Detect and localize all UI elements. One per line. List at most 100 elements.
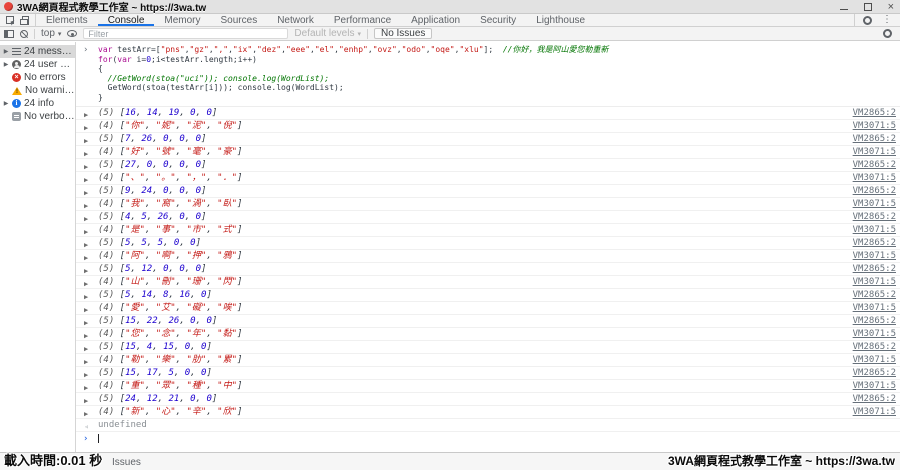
source-link[interactable]: VM3071:5 <box>853 328 896 340</box>
maximize-icon[interactable] <box>864 3 872 11</box>
source-link[interactable]: VM2865:2 <box>853 341 896 353</box>
source-link[interactable]: VM2865:2 <box>853 133 896 145</box>
console-prompt[interactable]: › <box>76 432 900 445</box>
console-settings-gear-icon[interactable] <box>883 29 892 38</box>
sidebar-item-label: 24 info <box>24 98 54 109</box>
expand-triangle-icon[interactable]: ▶ <box>3 61 9 68</box>
expand-triangle-icon[interactable]: ▶ <box>84 122 88 133</box>
sidebar-item-warnings[interactable]: !No warnings <box>0 84 75 97</box>
expand-triangle-icon[interactable]: ▶ <box>84 395 88 406</box>
source-link[interactable]: VM2865:2 <box>853 393 896 405</box>
clear-console-icon[interactable] <box>20 30 28 38</box>
console-log-row: VM3071:5▶(4) ["是", "事", "市", "式"] <box>76 224 900 237</box>
expand-triangle-icon[interactable]: ▶ <box>84 148 88 159</box>
sidebar-item-messages[interactable]: ▶24 messages <box>0 45 75 58</box>
source-link[interactable]: VM3071:5 <box>853 276 896 288</box>
devtools-left-icons <box>0 14 36 26</box>
context-selector[interactable]: top ▾ <box>41 28 61 39</box>
source-link[interactable]: VM2865:2 <box>853 289 896 301</box>
tab-performance[interactable]: Performance <box>324 14 401 26</box>
source-link[interactable]: VM3071:5 <box>853 302 896 314</box>
source-link[interactable]: VM2865:2 <box>853 367 896 379</box>
console-log-row: VM2865:2 ▶ (5) [15, 22, 26, 0, 0] <box>76 315 900 328</box>
expand-triangle-icon[interactable]: ▶ <box>84 187 88 198</box>
result-value: undefined <box>98 420 147 430</box>
source-link[interactable]: VM3071:5 <box>853 380 896 392</box>
source-link[interactable]: VM2865:2 <box>853 237 896 249</box>
kebab-menu-icon[interactable]: ⋮ <box>882 15 892 25</box>
source-link[interactable]: VM2865:2 <box>853 211 896 223</box>
code-line: for(var i=0;i<testArr.length;i++) <box>98 55 900 65</box>
source-link[interactable]: VM3071:5 <box>853 198 896 210</box>
expand-triangle-icon[interactable]: ▶ <box>84 226 88 237</box>
inspect-element-icon[interactable] <box>6 16 14 24</box>
tab-application[interactable]: Application <box>401 14 470 26</box>
source-link[interactable]: VM3071:5 <box>853 224 896 236</box>
expand-triangle-icon[interactable]: ▶ <box>3 48 9 55</box>
source-link[interactable]: VM3071:5 <box>853 120 896 132</box>
array-preview: (5) [27, 0, 0, 0, 0] <box>98 160 206 170</box>
expand-triangle-icon[interactable]: ▶ <box>84 330 88 341</box>
command-chevron-icon: › <box>83 46 88 55</box>
expand-triangle-icon[interactable]: ▶ <box>84 369 88 380</box>
divider <box>367 29 368 39</box>
expand-triangle-icon[interactable]: ▶ <box>84 200 88 211</box>
tab-elements[interactable]: Elements <box>36 14 98 26</box>
expand-triangle-icon[interactable]: ▶ <box>84 278 88 289</box>
tab-security[interactable]: Security <box>470 14 526 26</box>
console-log-row: VM2865:2▶(5) [15, 4, 15, 0, 0] <box>76 341 900 354</box>
source-link[interactable]: VM3071:5 <box>853 406 896 418</box>
expand-triangle-icon[interactable]: ▶ <box>84 265 88 276</box>
expand-triangle-icon[interactable]: ▶ <box>84 304 88 315</box>
expand-triangle-icon[interactable]: ▶ <box>84 291 88 302</box>
tab-lighthouse[interactable]: Lighthouse <box>526 14 595 26</box>
source-link[interactable]: VM3071:5 <box>853 146 896 158</box>
minimize-icon[interactable] <box>840 9 848 10</box>
tab-network[interactable]: Network <box>267 14 324 26</box>
expand-triangle-icon[interactable]: ▶ <box>3 100 9 107</box>
expand-triangle-icon[interactable]: ▶ <box>84 252 88 263</box>
code-line: //GetWord(stoa("uci")); console.log(Word… <box>98 74 900 84</box>
expand-triangle-icon[interactable]: ▶ <box>84 213 88 224</box>
filter-input[interactable] <box>83 28 288 39</box>
close-icon[interactable]: × <box>888 3 894 11</box>
device-toolbar-icon[interactable] <box>22 16 29 25</box>
devtools-tabs: ElementsConsoleMemorySourcesNetworkPerfo… <box>36 14 595 26</box>
sidebar-item-info[interactable]: ▶i24 info <box>0 97 75 110</box>
tab-console[interactable]: Console <box>98 14 155 26</box>
expand-triangle-icon[interactable]: ▶ <box>84 161 88 172</box>
expand-triangle-icon[interactable]: ▶ <box>84 174 88 185</box>
expand-triangle-icon[interactable]: ▶ <box>84 239 88 250</box>
console-log-row: VM3071:5▶(4) ["你", "妮", "泥", "倪"] <box>76 120 900 133</box>
no-issues-button[interactable]: No Issues <box>374 28 432 39</box>
source-link[interactable]: VM3071:5 <box>853 172 896 184</box>
text-cursor <box>98 434 99 443</box>
settings-gear-icon[interactable] <box>863 16 872 25</box>
tab-sources[interactable]: Sources <box>211 14 268 26</box>
console-sidebar-toggle-icon[interactable] <box>4 30 14 38</box>
expand-triangle-icon[interactable]: ▶ <box>84 356 88 367</box>
expand-triangle-icon[interactable]: ▶ <box>84 109 88 120</box>
sidebar-item-user-messages[interactable]: ▶ 24 user mes… <box>0 58 75 71</box>
source-link[interactable]: VM2865:2 <box>853 107 896 119</box>
source-link[interactable]: VM2865:2 <box>853 159 896 171</box>
source-link[interactable]: VM3071:5 <box>853 250 896 262</box>
expand-triangle-icon[interactable]: ▶ <box>84 135 88 146</box>
live-expression-eye-icon[interactable] <box>67 30 77 37</box>
sidebar-item-label: 24 user mes… <box>24 59 75 70</box>
source-link[interactable]: VM2865:2 <box>853 263 896 275</box>
source-link[interactable]: VM3071:5 <box>853 354 896 366</box>
log-levels-dropdown[interactable]: Default levels ▾ <box>294 28 361 39</box>
sidebar-item-errors[interactable]: ×No errors <box>0 71 75 84</box>
sidebar-item-verbose[interactable]: No verbose <box>0 110 75 123</box>
source-link[interactable]: VM2865:2 <box>853 185 896 197</box>
issues-drawer-label[interactable]: Issues <box>112 457 141 468</box>
tab-memory[interactable]: Memory <box>154 14 210 26</box>
devtools-right-icons: ⋮ <box>854 14 900 26</box>
source-link[interactable]: VM2865:2 <box>853 315 896 327</box>
expand-triangle-icon[interactable]: ▶ <box>84 382 88 393</box>
expand-triangle-icon[interactable]: ▶ <box>84 408 88 419</box>
expand-triangle-icon[interactable]: ▶ <box>84 343 88 354</box>
array-preview: (5) [15, 22, 26, 0, 0] <box>98 316 217 326</box>
expand-triangle-icon[interactable]: ▶ <box>84 317 88 328</box>
